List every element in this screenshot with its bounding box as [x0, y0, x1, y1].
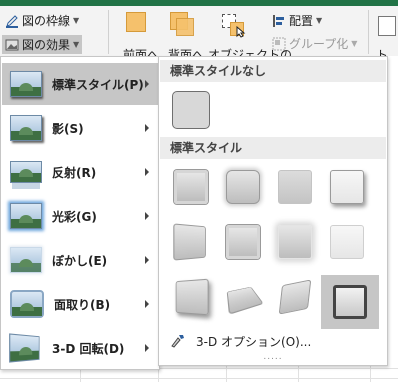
- 3d-options-item[interactable]: 3-D オプション(O)...: [160, 329, 386, 353]
- menu-item-label: 標準スタイル(P): [52, 77, 144, 92]
- bring-forward-icon: [126, 12, 150, 36]
- menu-item-label: 反射(R): [52, 165, 97, 180]
- group-icon: [272, 37, 286, 50]
- menu-item-shadow[interactable]: 影(S): [2, 107, 158, 149]
- preset-2[interactable]: [217, 165, 269, 209]
- chevron-down-icon: ▼: [73, 40, 80, 49]
- chevron-right-icon: [145, 212, 149, 220]
- picture-effects-icon: [5, 39, 19, 50]
- chevron-down-icon: ▼: [316, 16, 323, 25]
- 3d-options-icon: [171, 335, 184, 348]
- picture-effects-button[interactable]: 図の効果 ▼: [2, 35, 83, 54]
- preset-11[interactable]: [269, 275, 321, 319]
- preset-8[interactable]: [321, 220, 373, 264]
- reflection-icon: [10, 161, 42, 183]
- ribbon: 図の枠線 ▼ 図の効果 ▼ 前面へ 背面へ オブジェクトの 配置 ▼ グループ化…: [0, 6, 398, 96]
- group-button[interactable]: グループ化 ▼: [272, 35, 357, 52]
- preset-1[interactable]: [165, 165, 217, 209]
- soft-edges-icon: [10, 247, 42, 273]
- chevron-down-icon: ▼: [73, 16, 80, 25]
- menu-item-reflection[interactable]: 反射(R): [2, 151, 158, 193]
- picture-border-button[interactable]: 図の枠線 ▼: [5, 12, 79, 29]
- resize-handle[interactable]: .....: [159, 352, 387, 362]
- crop-icon: [378, 16, 396, 36]
- align-icon: [273, 14, 284, 27]
- menu-item-bevel[interactable]: 面取り(B): [2, 283, 158, 325]
- preset-none[interactable]: [165, 88, 217, 132]
- 3d-rotation-icon: [9, 333, 40, 363]
- chevron-right-icon: [145, 256, 149, 264]
- preset-6[interactable]: [217, 220, 269, 264]
- picture-border-label: 図の枠線: [22, 14, 71, 28]
- align-button[interactable]: 配置 ▼: [272, 12, 322, 29]
- menu-item-label: 3-D 回転(D): [52, 341, 125, 356]
- pencil-icon: [6, 14, 18, 28]
- align-label: 配置: [289, 14, 314, 28]
- preset-12[interactable]: [321, 275, 379, 329]
- chevron-right-icon: [145, 344, 149, 352]
- send-backward-icon: [170, 12, 194, 36]
- presets-header: 標準スタイル: [160, 137, 386, 159]
- preset-icon: [10, 71, 42, 97]
- chevron-down-icon: ▼: [351, 39, 358, 48]
- chevron-right-icon: [145, 124, 149, 132]
- preset-10[interactable]: [217, 275, 269, 319]
- preset-none-thumbnail: [172, 91, 210, 129]
- menu-item-label: 影(S): [52, 121, 84, 136]
- preset-5[interactable]: [165, 220, 217, 264]
- menu-item-soft-edges[interactable]: ぼかし(E): [2, 239, 158, 281]
- chevron-right-icon: [145, 168, 149, 176]
- preset-7[interactable]: [269, 220, 321, 264]
- menu-item-glow[interactable]: 光彩(G): [2, 195, 158, 237]
- ribbon-separator: [368, 10, 369, 54]
- 3d-options-label: 3-D オプション(O)...: [196, 334, 312, 349]
- menu-item-label: 面取り(B): [54, 297, 111, 312]
- preset-gallery: 標準スタイルなし 標準スタイル 3-D オプション(O)... .....: [158, 56, 388, 366]
- group-label: グループ化: [289, 37, 349, 51]
- preset-9[interactable]: [165, 275, 217, 319]
- ribbon-separator: [108, 10, 109, 54]
- shadow-icon: [10, 115, 42, 141]
- menu-item-label: 光彩(G): [52, 209, 97, 224]
- menu-item-preset[interactable]: 標準スタイル(P): [2, 63, 158, 105]
- menu-item-3d-rotation[interactable]: 3-D 回転(D): [2, 327, 158, 369]
- picture-effects-menu: 標準スタイル(P) 影(S) 反射(R) 光彩(G) ぼかし(E) 面取り(B)…: [0, 56, 160, 370]
- no-preset-header: 標準スタイルなし: [160, 60, 386, 82]
- chevron-right-icon: [145, 80, 149, 88]
- glow-icon: [10, 203, 42, 229]
- bevel-icon: [10, 290, 44, 318]
- chevron-right-icon: [145, 300, 149, 308]
- preset-4[interactable]: [321, 165, 373, 209]
- selection-pane-icon: [222, 14, 248, 38]
- preset-3[interactable]: [269, 165, 321, 209]
- menu-item-label: ぼかし(E): [52, 253, 108, 268]
- picture-effects-label: 図の効果: [22, 38, 71, 52]
